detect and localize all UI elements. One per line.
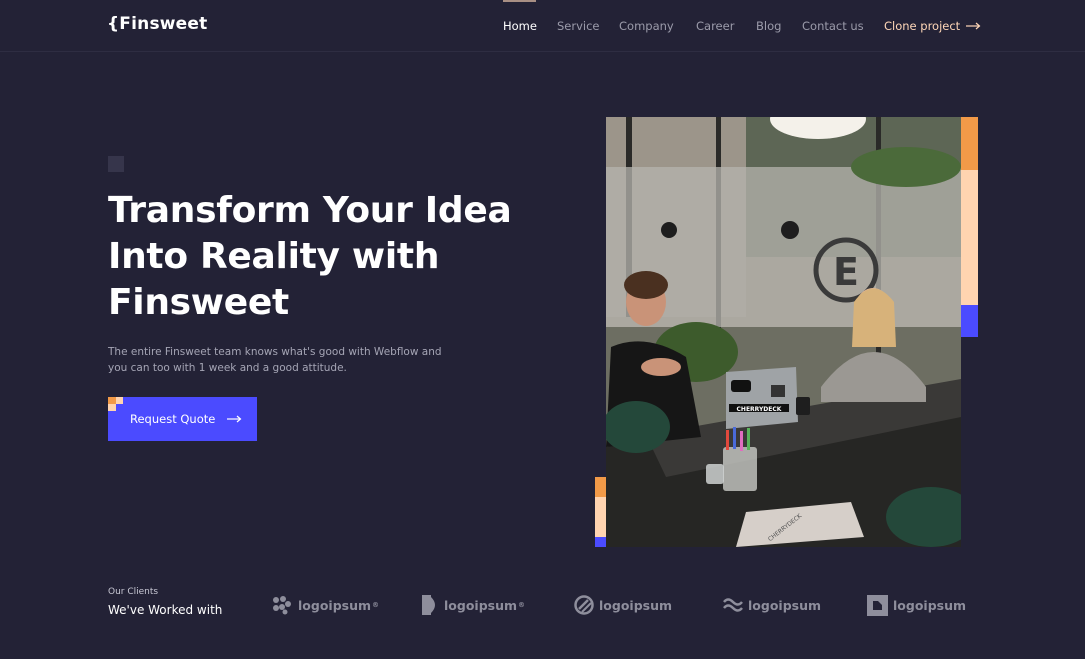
team-meeting-photo: E CHERRYDECK CHERRYDECK xyxy=(606,117,961,547)
accent-bar-orange-bottom xyxy=(595,477,606,497)
request-quote-button[interactable]: Request Quote xyxy=(108,397,257,441)
client-logo-3: logoipsum xyxy=(574,594,672,616)
nav-career[interactable]: Career xyxy=(696,18,734,34)
arrow-right-icon xyxy=(966,22,981,30)
page: {Finsweet Home Service Company Career Bl… xyxy=(0,0,1085,659)
client-logo-4-text: logoipsum xyxy=(748,597,822,613)
client-logo-2-mark: ® xyxy=(518,601,526,609)
square-notch-icon xyxy=(867,594,888,616)
dots-cluster-icon xyxy=(273,596,291,615)
hero-subtitle: The entire Finsweet team knows what's go… xyxy=(108,344,468,376)
striped-circle-icon xyxy=(574,595,594,615)
client-logo-1: logoipsum ® xyxy=(271,594,379,616)
hero-title-line-2: Into Reality with xyxy=(108,236,440,277)
client-logo-4: logoipsum xyxy=(723,594,821,616)
clone-project-label: Clone project xyxy=(884,19,961,33)
nav-blog[interactable]: Blog xyxy=(756,18,781,34)
client-logo-5: logoipsum xyxy=(867,594,966,616)
hero-title: Transform Your Idea Into Reality with Fi… xyxy=(108,188,538,326)
hero-photo-frame: E CHERRYDECK CHERRYDECK xyxy=(595,117,978,547)
client-logo-5-text: logoipsum xyxy=(893,597,967,613)
hero-subtitle-line-1: The entire Finsweet team knows what's go… xyxy=(108,346,442,358)
cta-accent-orange xyxy=(108,397,116,404)
hero-title-line-1: Transform Your Idea xyxy=(108,190,512,231)
clients-title: We've Worked with xyxy=(108,603,223,617)
accent-bar-blue-bottom xyxy=(595,537,606,547)
nav-company[interactable]: Company xyxy=(619,18,674,34)
client-logo-1-mark: ® xyxy=(372,601,380,609)
nav-home[interactable]: Home xyxy=(503,18,537,34)
decorative-pixel xyxy=(108,156,124,172)
main-nav: Home Service Company Career Blog Contact… xyxy=(0,0,1085,34)
clients-label: Our Clients xyxy=(108,587,159,597)
client-logo-1-text: logoipsum xyxy=(298,597,372,613)
request-quote-label: Request Quote xyxy=(130,412,216,426)
accent-bar-blue-top xyxy=(961,305,978,337)
laptop-sticker: CHERRYDECK xyxy=(737,406,782,413)
nav-contact[interactable]: Contact us xyxy=(802,18,864,34)
hero-title-line-3: Finsweet xyxy=(108,282,289,323)
client-logo-2-text: logoipsum xyxy=(444,597,518,613)
accent-bar-peach-top xyxy=(961,170,978,305)
svg-text:E: E xyxy=(833,250,859,294)
accent-bar-peach-bottom xyxy=(595,497,606,537)
nav-service[interactable]: Service xyxy=(557,18,600,34)
arrow-right-icon xyxy=(227,415,242,423)
cta-accent-peach-2 xyxy=(108,404,116,411)
site-header: {Finsweet Home Service Company Career Bl… xyxy=(0,0,1085,52)
client-logo-2: logoipsum ® xyxy=(422,594,525,616)
active-nav-indicator xyxy=(503,0,536,2)
clone-project-link[interactable]: Clone project xyxy=(884,18,981,34)
client-logo-3-text: logoipsum xyxy=(599,597,673,613)
half-square-icon xyxy=(422,595,435,615)
accent-bar-orange-top xyxy=(961,117,978,170)
waves-icon xyxy=(723,598,743,612)
cta-accent-peach xyxy=(116,397,123,404)
hero-subtitle-line-2: you can too with 1 week and a good attit… xyxy=(108,362,347,374)
